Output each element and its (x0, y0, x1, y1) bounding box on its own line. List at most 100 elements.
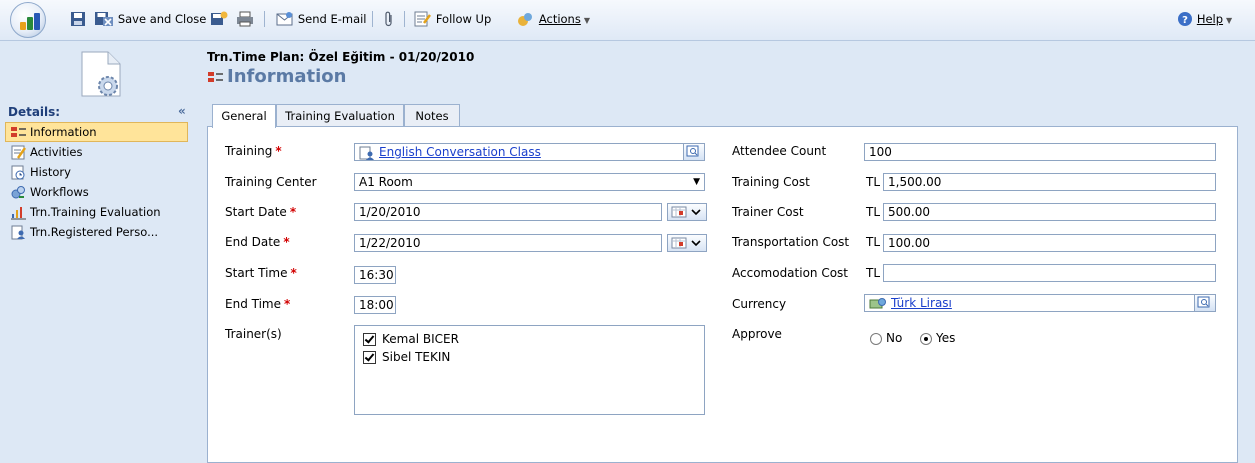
activities-icon (11, 145, 26, 160)
email-icon (276, 12, 293, 26)
approve-yes-label: Yes (935, 331, 956, 345)
checkbox-checked[interactable] (363, 333, 376, 346)
print-icon (237, 11, 253, 27)
start-date-label: Start Date * (225, 205, 297, 219)
attendee-count-input[interactable]: 100 (864, 143, 1216, 161)
attendee-count-label: Attendee Count (732, 144, 827, 158)
sidebar-item-activities[interactable]: Activities (8, 142, 188, 162)
sidebar-item-label: Information (30, 125, 97, 139)
collapse-chevron-icon[interactable]: « (178, 104, 186, 118)
trainer-item[interactable]: Kemal BICER (363, 330, 704, 348)
start-time-input[interactable]: 16:30 (354, 266, 396, 284)
trainer-name: Sibel TEKIN (382, 350, 451, 364)
start-date-calendar-button[interactable] (667, 203, 707, 221)
sidebar-item-workflows[interactable]: Workflows (8, 182, 188, 202)
training-center-value: A1 Room (359, 175, 413, 189)
toolbar-separator (372, 11, 373, 27)
save-button[interactable] (70, 10, 86, 28)
training-value[interactable]: English Conversation Class (379, 145, 541, 159)
save-and-new-button[interactable] (210, 10, 228, 28)
actions-icon (518, 13, 532, 26)
form-panel: Training * English Conversation Class Tra… (207, 126, 1238, 463)
form-icon (208, 72, 223, 82)
save-and-close-button[interactable]: Save and Close (94, 10, 206, 28)
lookup-button[interactable] (1194, 295, 1215, 311)
currency-value[interactable]: Türk Lirası (891, 296, 952, 310)
calendar-icon (671, 206, 701, 218)
history-icon (11, 165, 25, 180)
save-new-icon (211, 11, 228, 25)
training-cost-input[interactable]: 1,500.00 (883, 173, 1216, 191)
end-time-input[interactable]: 18:00 (354, 296, 396, 314)
end-time-label: End Time * (225, 297, 291, 311)
form-icon (11, 127, 26, 137)
end-date-input[interactable]: 1/22/2010 (354, 234, 662, 252)
end-date-value: 1/22/2010 (359, 236, 421, 250)
training-record-icon (359, 146, 374, 160)
training-cost-label: Training Cost (732, 175, 810, 189)
end-date-label: End Date * (225, 235, 290, 249)
help-menu[interactable]: ? Help ▼ (1177, 10, 1232, 28)
transportation-cost-value: 100.00 (888, 236, 930, 250)
start-date-value: 1/20/2010 (359, 205, 421, 219)
tab-general[interactable]: General (212, 104, 276, 128)
approve-yes-option[interactable]: Yes (919, 331, 956, 345)
print-button[interactable] (236, 10, 254, 28)
required-marker: * (284, 297, 291, 311)
approve-radio-group: No Yes (870, 331, 955, 345)
radio-unselected[interactable] (870, 332, 882, 345)
trainer-name: Kemal BICER (382, 332, 459, 346)
approve-no-label: No (886, 331, 903, 345)
actions-menu[interactable]: Actions ▼ (517, 10, 590, 28)
help-label: Help (1196, 12, 1224, 26)
attendee-count-value: 100 (869, 145, 892, 159)
send-email-button[interactable]: Send E-mail (276, 10, 367, 28)
trainer-cost-input[interactable]: 500.00 (883, 203, 1216, 221)
accomodation-cost-input[interactable] (883, 264, 1216, 282)
currency-lookup[interactable]: Türk Lirası (864, 294, 1216, 312)
actions-label: Actions (538, 12, 581, 26)
sidebar-item-training-evaluation[interactable]: Trn.Training Evaluation (8, 202, 188, 222)
start-time-label: Start Time * (225, 266, 297, 280)
currency-symbol: TL (866, 266, 881, 280)
tab-training-evaluation[interactable]: Training Evaluation (276, 104, 404, 127)
approve-no-option[interactable]: No (870, 331, 902, 345)
follow-up-icon (414, 11, 431, 27)
radio-selected[interactable] (919, 332, 932, 345)
end-time-value: 18:00 (359, 298, 394, 312)
transportation-cost-label: Transportation Cost (732, 235, 850, 249)
chevron-down-icon: ▼ (583, 16, 590, 25)
sidebar-item-registered-persons[interactable]: Trn.Registered Perso... (8, 222, 188, 242)
trainer-item[interactable]: Sibel TEKIN (363, 348, 704, 366)
save-and-close-label: Save and Close (117, 12, 207, 26)
transportation-cost-input[interactable]: 100.00 (883, 234, 1216, 252)
lookup-button[interactable] (683, 144, 704, 160)
sidebar-item-history[interactable]: History (8, 162, 188, 182)
start-time-value: 16:30 (359, 268, 394, 282)
end-date-calendar-button[interactable] (667, 234, 707, 252)
tab-notes[interactable]: Notes (404, 104, 460, 127)
training-lookup[interactable]: English Conversation Class (354, 143, 705, 161)
sidebar-item-label: Trn.Training Evaluation (30, 205, 161, 219)
chart-icon (11, 207, 26, 220)
follow-up-button[interactable]: Follow Up (414, 10, 491, 28)
attach-button[interactable] (383, 10, 395, 28)
send-email-label: Send E-mail (297, 12, 367, 26)
start-date-input[interactable]: 1/20/2010 (354, 203, 662, 221)
calendar-icon (671, 237, 701, 249)
app-logo[interactable] (10, 2, 46, 38)
dropdown-arrow-icon: ▼ (693, 177, 700, 187)
checkbox-checked[interactable] (363, 351, 376, 364)
currency-symbol: TL (866, 235, 881, 249)
paperclip-icon (385, 11, 392, 27)
training-cost-value: 1,500.00 (888, 175, 942, 189)
required-marker: * (289, 205, 297, 219)
currency-symbol: TL (866, 205, 881, 219)
required-marker: * (283, 235, 290, 249)
currency-symbol: TL (866, 175, 881, 189)
toolbar: Save and Close Send E-mail Follow Up Act… (0, 0, 1255, 41)
toolbar-separator (264, 11, 265, 27)
sidebar-item-information[interactable]: Information (5, 122, 188, 142)
training-label: Training * (225, 144, 282, 158)
training-center-select[interactable]: A1 Room ▼ (354, 173, 705, 191)
